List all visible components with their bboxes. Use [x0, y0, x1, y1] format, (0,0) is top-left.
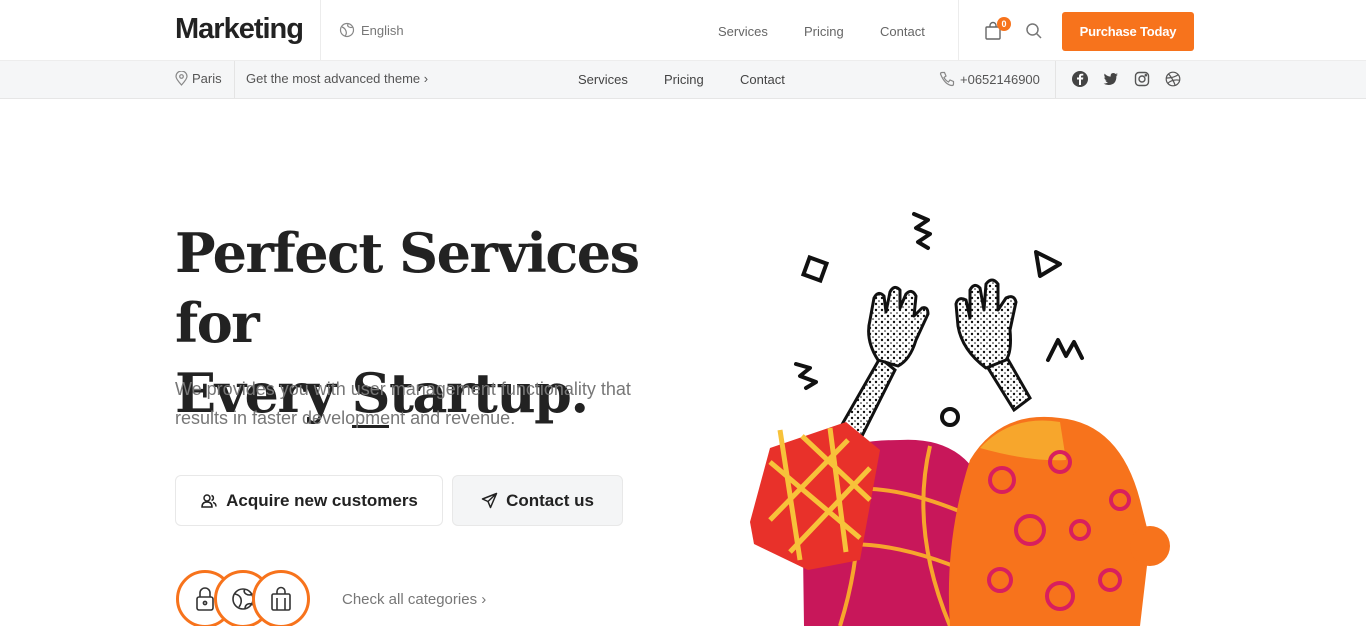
- cart-count-badge: 0: [997, 17, 1011, 31]
- dribbble-icon[interactable]: [1164, 70, 1182, 88]
- acquire-customers-button[interactable]: Acquire new customers: [175, 475, 443, 526]
- twitter-icon[interactable]: [1102, 70, 1120, 88]
- category-bag[interactable]: [252, 570, 310, 626]
- language-label: English: [361, 22, 404, 38]
- map-pin-icon: [175, 71, 188, 86]
- promo-link[interactable]: Get the most advanced theme ›: [246, 71, 428, 86]
- divider: [320, 0, 321, 60]
- logo[interactable]: Marketing: [175, 13, 304, 46]
- divider: [958, 0, 959, 60]
- phone-icon: [939, 71, 955, 87]
- shopping-bag-icon: [271, 586, 291, 611]
- contact-us-button[interactable]: Contact us: [452, 475, 623, 526]
- nav-services[interactable]: Services: [718, 24, 768, 39]
- divider: [234, 61, 235, 98]
- top-navbar: Marketing English Services Pricing Conta…: [0, 0, 1366, 60]
- sub-navbar: Paris Get the most advanced theme › Serv…: [0, 60, 1366, 99]
- city-label: Paris: [192, 71, 222, 86]
- facebook-icon[interactable]: [1071, 70, 1089, 88]
- acquire-customers-label: Acquire new customers: [226, 490, 418, 510]
- subnav-services[interactable]: Services: [578, 72, 628, 87]
- contact-us-label: Contact us: [506, 490, 594, 510]
- users-icon: [201, 493, 217, 508]
- phone-number: +0652146900: [960, 71, 1040, 87]
- hero-subtitle: We provides you with user management fun…: [175, 379, 631, 428]
- divider: [1055, 61, 1056, 98]
- language-selector[interactable]: English: [339, 22, 404, 38]
- check-all-categories-link[interactable]: Check all categories ›: [342, 591, 486, 608]
- search-icon[interactable]: [1025, 22, 1043, 40]
- subnav-pricing[interactable]: Pricing: [664, 72, 704, 87]
- nav-contact[interactable]: Contact: [880, 24, 925, 39]
- high-five-illustration: [750, 212, 1170, 626]
- subnav-contact[interactable]: Contact: [740, 72, 785, 87]
- instagram-icon[interactable]: [1133, 70, 1151, 88]
- location[interactable]: Paris: [175, 71, 222, 86]
- send-icon: [481, 492, 498, 509]
- phone-contact[interactable]: +0652146900: [939, 71, 1040, 87]
- nav-pricing[interactable]: Pricing: [804, 24, 844, 39]
- purchase-button[interactable]: Purchase Today: [1062, 12, 1194, 51]
- globe-icon: [339, 22, 355, 38]
- hero-title-line1: Perfect Services for: [175, 221, 640, 355]
